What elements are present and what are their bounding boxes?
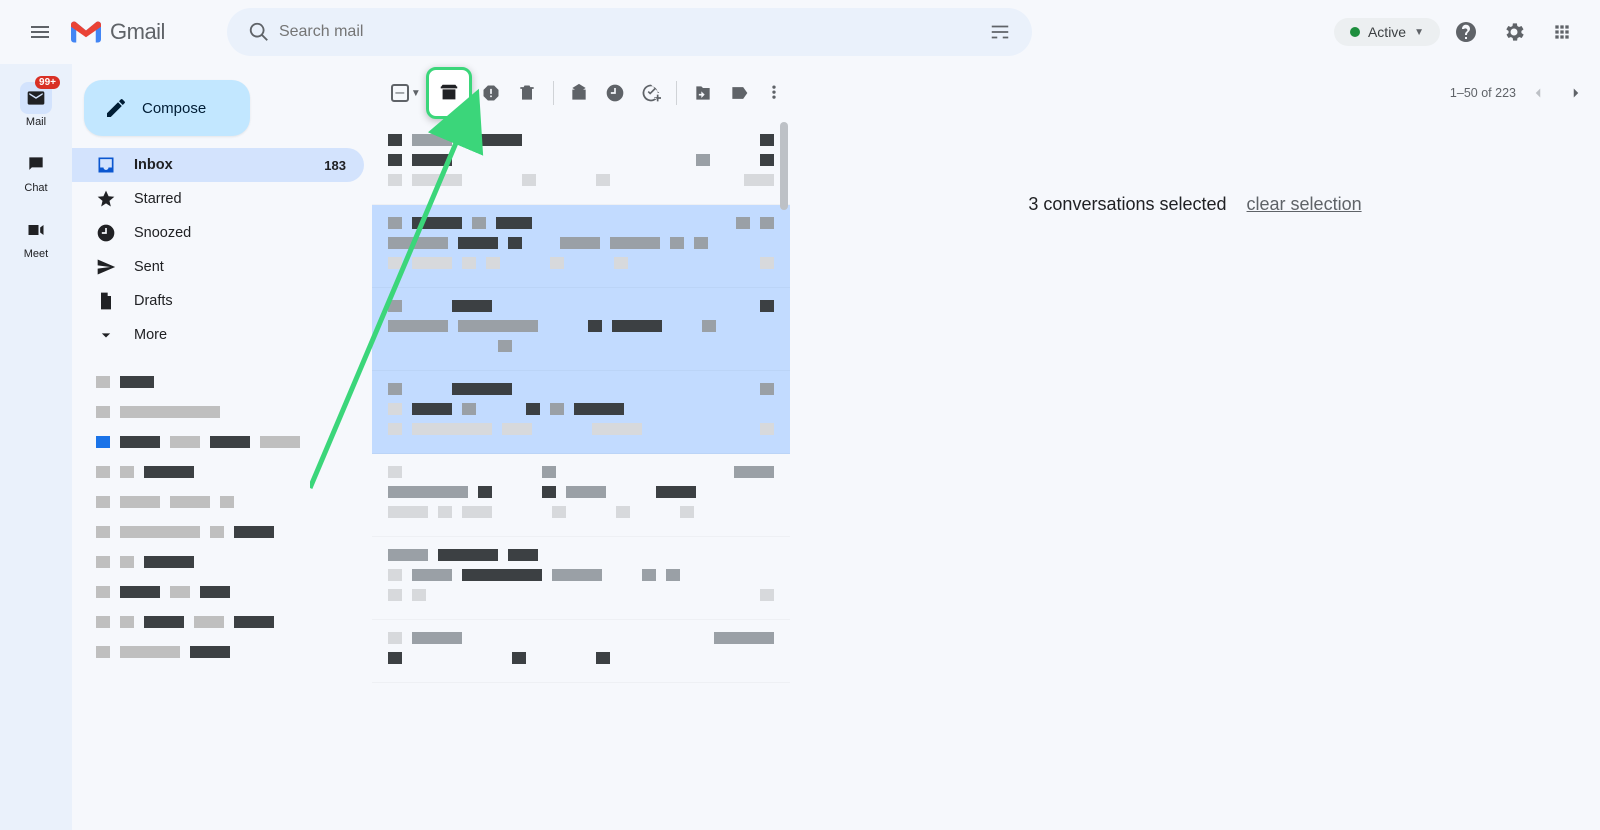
message-list-body[interactable] xyxy=(372,122,790,830)
mail-row[interactable] xyxy=(372,122,790,205)
mail-row-selected[interactable] xyxy=(372,288,790,371)
labels-button[interactable] xyxy=(723,73,755,113)
chevron-left-icon xyxy=(1529,84,1547,102)
report-spam-button[interactable] xyxy=(476,73,508,113)
scrollbar-thumb[interactable] xyxy=(780,122,788,210)
compose-button[interactable]: Compose xyxy=(84,80,250,136)
more-actions-button[interactable] xyxy=(758,73,790,113)
tune-icon xyxy=(989,21,1011,43)
meet-icon xyxy=(26,220,46,240)
sidebar-item-starred[interactable]: Starred xyxy=(72,182,364,216)
folder-move-icon xyxy=(693,83,713,103)
settings-button[interactable] xyxy=(1492,10,1536,54)
chevron-down-icon xyxy=(96,325,116,345)
status-dot-icon xyxy=(1350,27,1360,37)
chevron-right-icon xyxy=(1567,84,1585,102)
gmail-logo-text: Gmail xyxy=(110,19,165,45)
sidebar-item-drafts[interactable]: Drafts xyxy=(72,284,364,318)
select-all-checkbox[interactable]: –▼ xyxy=(390,73,422,113)
pencil-icon xyxy=(104,96,128,120)
gear-icon xyxy=(1502,20,1526,44)
detail-toolbar: 1–50 of 223 xyxy=(790,64,1600,122)
star-icon xyxy=(96,189,116,209)
mail-row[interactable] xyxy=(372,537,790,620)
sidebar-item-snoozed[interactable]: Snoozed xyxy=(72,216,364,250)
search-options-button[interactable] xyxy=(980,12,1020,52)
label-icon xyxy=(729,83,749,103)
add-task-icon xyxy=(641,83,661,103)
apps-button[interactable] xyxy=(1540,10,1584,54)
sidebar-item-sent[interactable]: Sent xyxy=(72,250,364,284)
rail-label-mail: Mail xyxy=(26,116,46,128)
file-icon xyxy=(96,291,116,311)
mail-row[interactable] xyxy=(372,620,790,683)
mail-row-selected[interactable] xyxy=(372,205,790,288)
inbox-icon xyxy=(96,155,116,175)
chat-icon xyxy=(26,154,46,174)
support-button[interactable] xyxy=(1444,10,1488,54)
search-bar[interactable] xyxy=(227,8,1032,56)
mail-row-selected[interactable] xyxy=(372,371,790,454)
conversation-list: –▼ xyxy=(372,64,790,830)
mail-icon xyxy=(26,88,46,108)
sidebar-item-inbox[interactable]: Inbox 183 xyxy=(72,148,364,182)
add-to-tasks-button[interactable] xyxy=(635,73,667,113)
rail-label-chat: Chat xyxy=(24,182,47,194)
search-icon xyxy=(248,21,270,43)
page-range: 1–50 of 223 xyxy=(1450,86,1516,100)
paginator: 1–50 of 223 xyxy=(1450,77,1592,109)
mail-row[interactable] xyxy=(372,454,790,537)
app-header: Gmail Active ▼ xyxy=(0,0,1600,64)
snooze-button[interactable] xyxy=(599,73,631,113)
mail-unread-badge: 99+ xyxy=(35,76,60,89)
rail-item-meet[interactable]: Meet xyxy=(6,208,66,266)
archive-icon xyxy=(438,82,460,104)
clock-icon xyxy=(96,223,116,243)
hamburger-icon xyxy=(28,20,52,44)
gmail-logo-icon xyxy=(68,14,104,50)
delete-button[interactable] xyxy=(511,73,543,113)
trash-icon xyxy=(517,83,537,103)
rail-item-chat[interactable]: Chat xyxy=(6,142,66,200)
chevron-down-icon: ▼ xyxy=(411,88,421,99)
move-to-button[interactable] xyxy=(687,73,719,113)
archive-button[interactable] xyxy=(429,73,469,113)
send-icon xyxy=(96,257,116,277)
main-menu-button[interactable] xyxy=(16,8,64,56)
mark-unread-button[interactable] xyxy=(564,73,596,113)
status-selector[interactable]: Active ▼ xyxy=(1334,18,1440,46)
clear-selection-link[interactable]: clear selection xyxy=(1247,194,1362,215)
chevron-down-icon: ▼ xyxy=(1414,27,1424,38)
sidebar-item-more[interactable]: More xyxy=(72,318,364,352)
rail-label-meet: Meet xyxy=(24,248,48,260)
help-icon xyxy=(1454,20,1478,44)
search-button[interactable] xyxy=(239,12,279,52)
main-content: –▼ xyxy=(372,64,1600,830)
list-toolbar: –▼ xyxy=(372,64,790,122)
archive-highlight xyxy=(426,67,472,119)
spam-icon xyxy=(481,83,501,103)
folder-sidebar: Compose Inbox 183 Starred Snoozed Sent xyxy=(72,64,372,830)
labels-section xyxy=(72,376,364,658)
apps-grid-icon xyxy=(1552,22,1572,42)
next-page-button[interactable] xyxy=(1560,77,1592,109)
status-label: Active xyxy=(1368,24,1406,40)
rail-item-mail[interactable]: 99+ Mail xyxy=(6,76,66,134)
clock-icon xyxy=(605,83,625,103)
reading-pane: 1–50 of 223 3 conversations selected cle… xyxy=(790,64,1600,830)
app-rail: 99+ Mail Chat Meet xyxy=(0,64,72,830)
search-input[interactable] xyxy=(279,23,980,41)
inbox-count: 183 xyxy=(324,158,346,173)
more-vert-icon xyxy=(764,83,784,103)
prev-page-button[interactable] xyxy=(1522,77,1554,109)
gmail-logo[interactable]: Gmail xyxy=(68,14,165,50)
selection-summary: 3 conversations selected clear selection xyxy=(1028,194,1361,215)
mail-open-icon xyxy=(569,83,589,103)
